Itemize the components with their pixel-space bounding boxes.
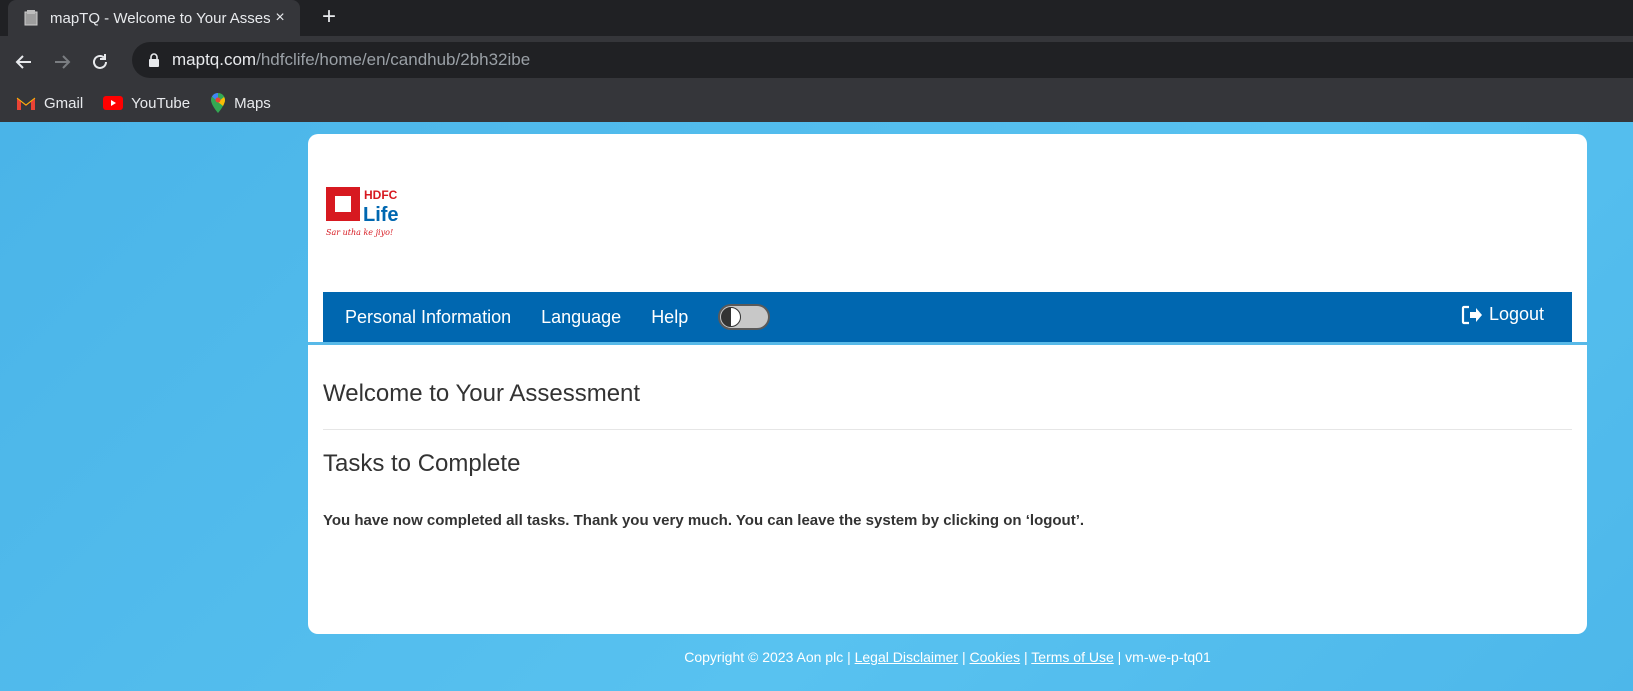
nav-personal-information[interactable]: Personal Information [345,307,511,328]
url-path: /hdfclife/home/en/candhub/2bh32ibe [256,50,531,69]
nav-help[interactable]: Help [651,307,688,328]
completion-message: You have now completed all tasks. Thank … [323,512,1085,529]
page-favicon-icon [24,10,38,26]
bookmark-label: Gmail [44,94,84,112]
contrast-icon [721,307,742,327]
maps-icon [211,93,226,113]
lock-icon [149,53,159,67]
browser-toolbar: maptq.com/hdfclife/home/en/candhub/2bh32… [0,36,1633,122]
back-arrow-icon[interactable] [10,48,38,76]
logo-hdfc-text: HDFC [364,188,398,202]
main-navbar: Personal Information Language Help Logou… [323,292,1572,342]
logout-label: Logout [1488,304,1544,324]
terms-of-use-link[interactable]: Terms of Use [1031,649,1113,665]
browser-tab[interactable]: mapTQ - Welcome to Your Assess × [8,0,300,36]
close-tab-icon[interactable]: × [270,9,290,27]
hdfc-life-logo-image: HDFC Life Sar utha ke jiyo! [326,187,399,237]
contrast-toggle[interactable] [718,304,771,330]
reload-icon[interactable] [86,48,114,76]
hdfc-life-logo: HDFC Life Sar utha ke jiyo! [326,187,416,247]
bookmark-gmail[interactable]: Gmail [16,95,83,112]
copyright-text: Copyright © 2023 Aon plc | [684,649,855,665]
bookmark-label: Maps [234,94,271,112]
new-tab-button[interactable]: + [322,4,336,30]
logo-life-text: Life [363,204,399,226]
logo-tagline: Sar utha ke jiyo! [326,228,393,237]
gmail-icon [16,97,36,110]
forward-arrow-icon[interactable] [48,48,76,76]
navbar-underline [308,342,1587,345]
main-card: HDFC Life Sar utha ke jiyo! Personal Inf… [308,134,1587,634]
cookies-link[interactable]: Cookies [970,649,1021,665]
server-id: vm-we-p-tq01 [1125,649,1211,665]
bookmarks-bar: Gmail YouTube Maps [0,84,291,122]
bookmark-youtube[interactable]: YouTube [103,95,190,112]
bookmark-label: YouTube [131,94,191,112]
address-bar[interactable]: maptq.com/hdfclife/home/en/candhub/2bh32… [132,42,1633,78]
legal-disclaimer-link[interactable]: Legal Disclaimer [855,649,958,665]
bookmark-maps[interactable]: Maps [210,93,271,113]
tab-strip: mapTQ - Welcome to Your Assess × + [0,0,1633,36]
page-background: HDFC Life Sar utha ke jiyo! Personal Inf… [0,122,1633,691]
logout-button[interactable]: Logout [1461,304,1544,325]
nav-language[interactable]: Language [541,307,621,328]
divider [323,429,1572,430]
logout-icon [1461,305,1482,324]
tab-title: mapTQ - Welcome to Your Assess [50,9,270,27]
tasks-heading: Tasks to Complete [323,450,521,477]
url-host: maptq.com [172,50,257,69]
footer: Copyright © 2023 Aon plc | Legal Disclai… [684,649,1211,665]
youtube-icon [103,96,124,110]
page-title: Welcome to Your Assessment [323,380,641,407]
